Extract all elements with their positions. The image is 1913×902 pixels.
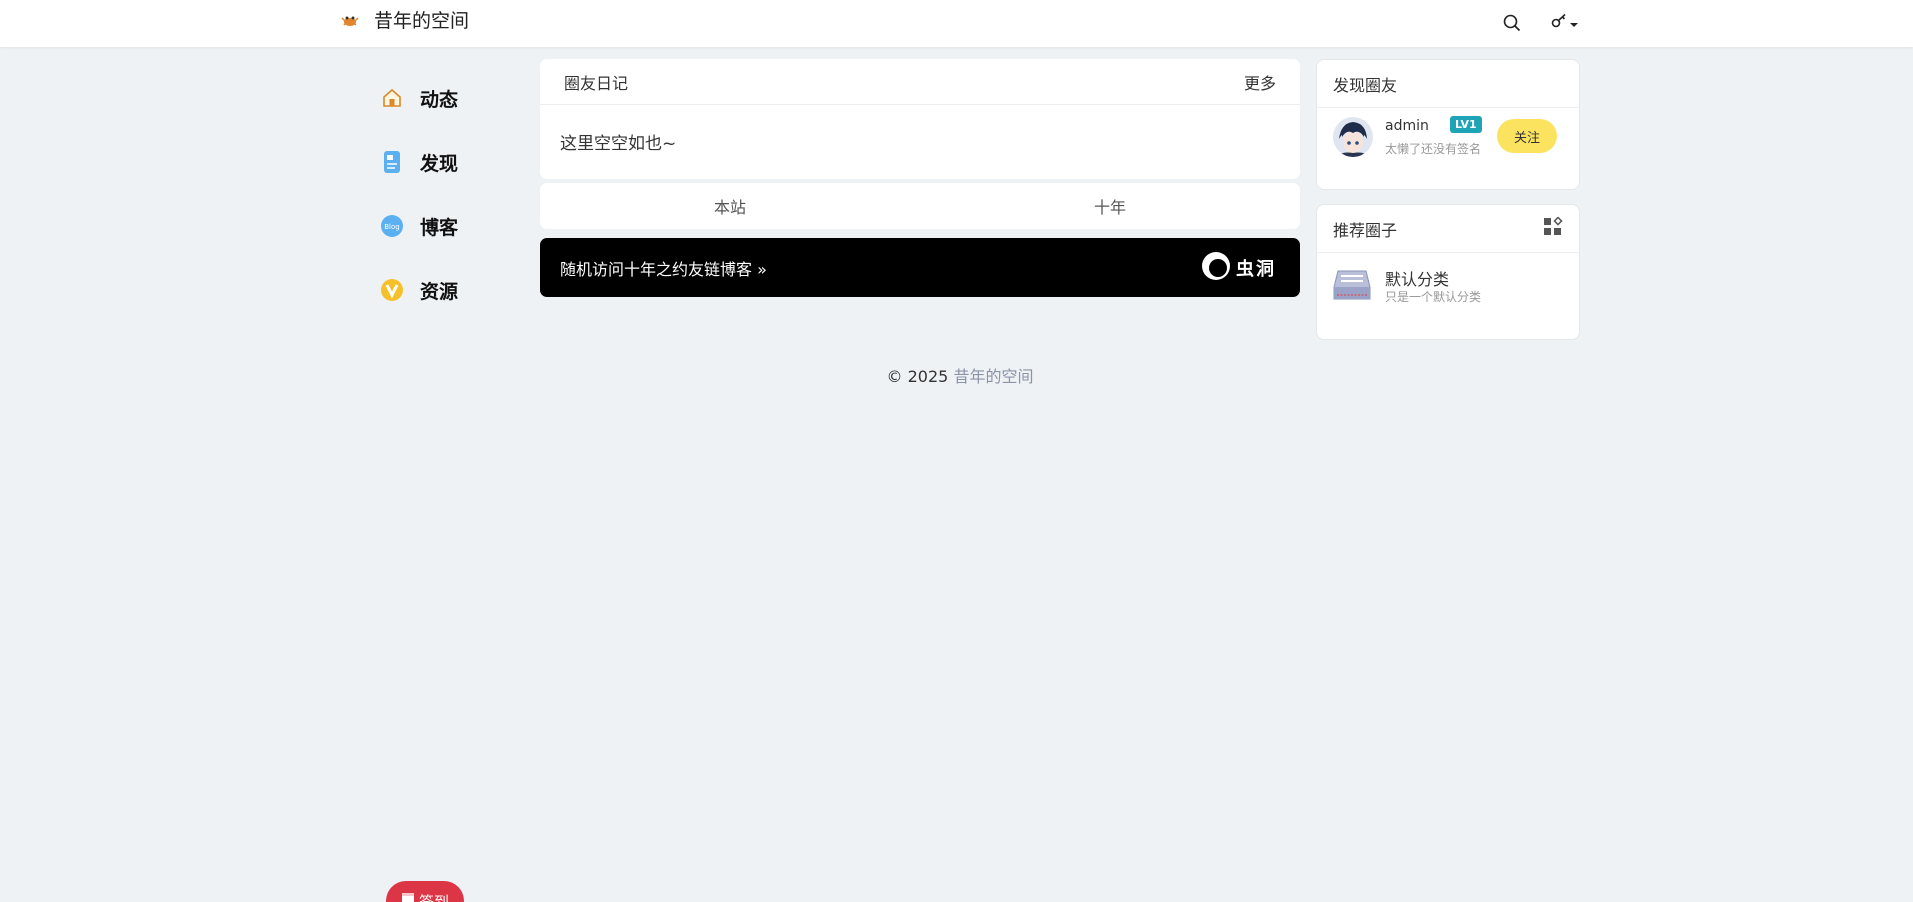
diary-title: 圈友日记 — [564, 73, 629, 93]
document-icon — [380, 150, 404, 174]
level-badge: LV1 — [1450, 116, 1482, 133]
friend-signature: 太懒了还没有签名 — [1385, 142, 1482, 156]
wormhole-logo-text: 虫洞 — [1236, 258, 1276, 280]
user-menu-dropdown[interactable] — [1548, 12, 1582, 34]
circle-description: 只是一个默认分类 — [1385, 290, 1482, 304]
inbox-tray-icon — [1333, 267, 1371, 303]
friend-name[interactable]: admin — [1385, 118, 1429, 134]
left-nav: 动态 发现 Blog 博客 资源 — [380, 66, 500, 322]
blog-icon: Blog — [380, 214, 404, 238]
calendar-icon — [401, 891, 415, 902]
nav-item-resources[interactable]: 资源 — [380, 258, 500, 322]
sign-in-button[interactable]: 签到 — [386, 881, 464, 902]
empty-message: 这里空空如也~ — [560, 134, 677, 154]
nav-label: 动态 — [420, 88, 459, 111]
sign-in-label: 签到 — [418, 893, 449, 902]
recommended-circles-header: 推荐圈子 — [1317, 205, 1579, 253]
caret-down-icon — [1569, 14, 1579, 33]
nav-label: 博客 — [420, 216, 459, 239]
nav-label: 资源 — [420, 280, 459, 303]
brand[interactable]: 昔年的空间 — [340, 6, 469, 33]
follow-button[interactable]: 关注 — [1497, 119, 1557, 153]
recommended-circles-card: 推荐圈子 默认分类 只是一个默认分类 — [1316, 204, 1580, 340]
v-coin-icon — [380, 278, 404, 302]
home-icon — [380, 86, 404, 110]
friend-item: admin LV1 太懒了还没有签名 关注 — [1317, 108, 1579, 190]
crab-logo-icon — [340, 10, 360, 30]
footer-site-link[interactable]: 昔年的空间 — [953, 367, 1033, 386]
diary-header: 圈友日记 更多 — [540, 59, 1300, 105]
circle-item[interactable]: 默认分类 只是一个默认分类 — [1317, 253, 1579, 317]
tab-ten-years[interactable]: 十年 — [920, 183, 1300, 229]
recommended-circles-title: 推荐圈子 — [1333, 220, 1398, 240]
discover-friends-header: 发现圈友 — [1317, 60, 1579, 108]
grid-icon[interactable] — [1543, 215, 1563, 241]
discover-friends-card: 发现圈友 admin LV1 太懒了还没有签名 关注 — [1316, 59, 1580, 190]
source-tabs: 本站 十年 — [540, 183, 1300, 229]
nav-item-blog[interactable]: Blog 博客 — [380, 194, 500, 258]
top-navbar: 昔年的空间 — [0, 0, 1913, 47]
diary-card: 圈友日记 更多 这里空空如也~ — [540, 59, 1300, 179]
copyright-text: © 2025 — [886, 367, 949, 386]
nav-item-feed[interactable]: 动态 — [380, 66, 500, 130]
wormhole-banner[interactable]: 随机访问十年之约友链博客 » 虫洞 — [540, 238, 1300, 297]
svg-text:Blog: Blog — [384, 223, 399, 231]
nav-label: 发现 — [420, 152, 459, 175]
discover-friends-title: 发现圈友 — [1333, 75, 1398, 95]
key-icon — [1551, 13, 1569, 33]
nav-item-discover[interactable]: 发现 — [380, 130, 500, 194]
circle-name: 默认分类 — [1385, 270, 1450, 289]
avatar[interactable] — [1333, 117, 1373, 157]
site-title: 昔年的空间 — [374, 10, 470, 32]
search-icon[interactable] — [1501, 12, 1523, 34]
wormhole-link-text: 随机访问十年之约友链博客 » — [560, 259, 767, 279]
tab-this-site[interactable]: 本站 — [540, 183, 920, 229]
more-link[interactable]: 更多 — [1244, 70, 1276, 94]
wormhole-ring-icon — [1200, 250, 1232, 286]
footer: © 2025 昔年的空间 — [540, 363, 1380, 387]
wormhole-logo: 虫洞 — [1200, 250, 1276, 286]
